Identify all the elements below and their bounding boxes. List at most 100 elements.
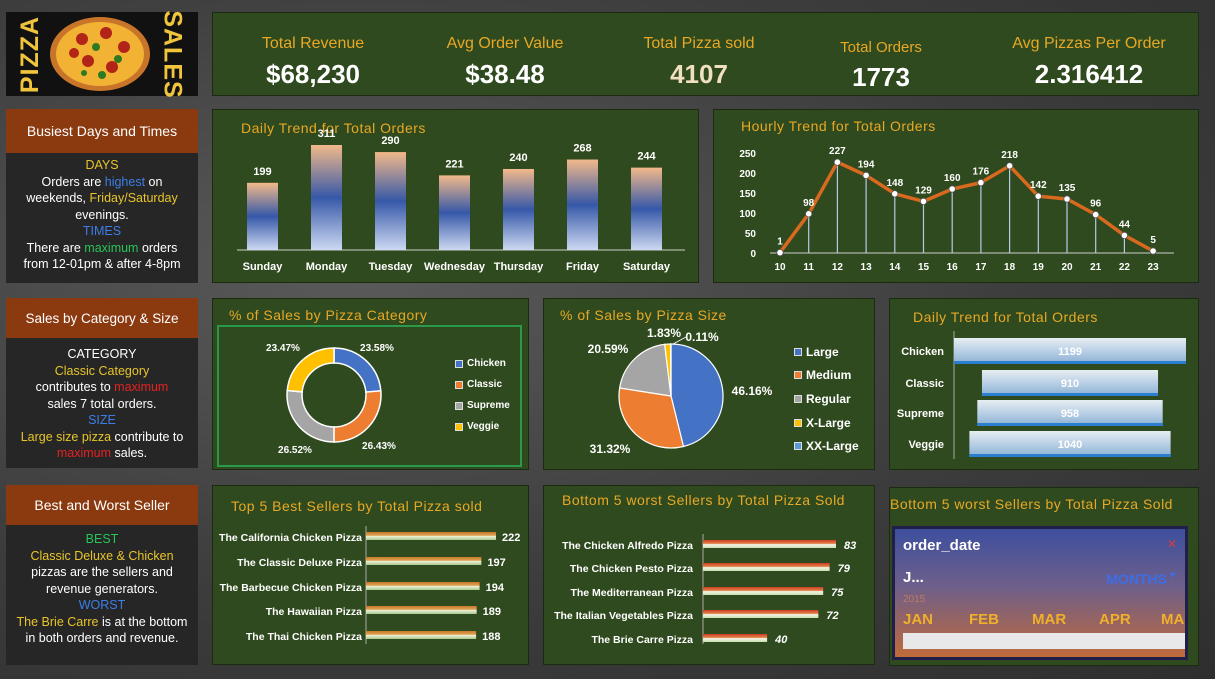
worst-heading: WORST [78,598,126,612]
legend-x-large: X-Large [794,416,851,430]
month-apr[interactable]: APR [1099,611,1131,628]
hourly-trend-panel: Hourly Trend for Total Orders 0 50 100 150 2… [713,109,1199,283]
data-label: 311 [318,128,336,140]
data-label: 83 [844,540,856,552]
legend-label: Medium [806,368,852,382]
kpi-label: Total Revenue [261,35,365,52]
legend-label: Classic [467,379,503,390]
legend-label: Chicken [467,358,506,369]
data-point [948,185,956,193]
y-tick-label: 250 [739,149,756,160]
highlight-text: maximum [56,446,112,460]
text-span: contribute to [111,429,184,444]
slice-veggie [286,347,335,393]
y-tick-label: Classic [905,378,944,390]
category-bar-chart: 1199 Chicken 910 Classic 958 Supreme 1040 Veggi… [897,331,1186,459]
data-label: 79 [838,563,851,575]
slicer-field-name: order_date [903,537,981,554]
y-tick-label: 200 [739,169,756,180]
data-label: 290 [381,135,399,147]
data-label: 194 [858,159,875,170]
data-point [776,249,784,257]
highlight-text: Friday/Saturday [89,191,178,205]
month-may[interactable]: MA [1161,611,1184,628]
best-heading: BEST [85,532,119,546]
kpi-avg-order-value: Avg Order Value $38.48 [415,13,595,90]
bar-wednesday [439,175,470,250]
text-span: on [145,174,163,189]
text-line: from 12-01pm & after 4-8pm [23,257,181,271]
y-tick-label: Supreme [897,408,944,420]
legend-label: Large [806,345,839,359]
timeline-track[interactable] [903,633,1185,649]
text-line: Large size pizza contribute to [6,429,198,446]
bar-underline [969,454,1171,457]
data-point [1120,231,1128,240]
data-point [1149,247,1157,255]
data-label: 23.47% [266,343,300,354]
highlight-text: Classic Category [54,363,150,378]
x-tick-label: 15 [918,262,930,273]
data-label: 1.83% [647,326,681,340]
data-point [1034,192,1042,200]
kpi-value: $38.48 [465,59,545,89]
legend-regular: Regular [794,392,851,406]
text-span: orders [138,240,178,255]
y-tick-label: Chicken [901,346,944,358]
kpi-avg-pizzas-per-order: Avg Pizzas Per Order 2.316412 [989,13,1189,90]
y-tick-label: The Brie Carre Pizza [591,634,693,646]
legend-label: X-Large [806,416,851,430]
kpi-label: Total Orders [840,39,922,56]
data-label: 26.52% [278,445,312,456]
kpi-total-revenue: Total Revenue $68,230 [223,13,403,90]
month-jan[interactable]: JAN [903,611,933,628]
legend-swatch [794,348,802,356]
legend-swatch [794,371,802,379]
data-label: 148 [886,178,903,189]
text-span: is at the bottom [98,614,188,629]
data-label: 244 [637,151,656,163]
x-tick-label: 11 [803,262,814,273]
data-label: 1 [777,237,783,248]
data-point [1063,195,1071,203]
x-tick-label: 21 [1090,262,1102,273]
data-label: 129 [915,185,932,196]
data-label: 31.32% [590,442,631,456]
card-body: CATEGORY Classic Category contributes to… [6,346,198,462]
data-point [805,210,813,218]
time-level-dropdown[interactable]: MONTHS [1106,571,1167,587]
highlight-text: maximum [84,240,139,255]
data-label: 72 [826,610,838,622]
month-mar[interactable]: MAR [1032,611,1066,628]
chevron-down-icon[interactable]: ▼ [1168,570,1177,580]
month-feb[interactable]: FEB [969,611,999,628]
top5-panel: Top 5 Best Sellers by Total Pizza sold 2… [212,485,529,665]
timeline-slicer-panel: Bottom 5 worst Sellers by Total Pizza So… [889,487,1199,666]
legend-label: Regular [806,392,851,406]
data-point [891,190,899,198]
bar [366,582,480,590]
data-label: 176 [973,167,990,178]
bottom5-bar-chart: 83 The Chicken Alfredo Pizza 79 The Chicken… [554,534,856,646]
data-label: 40 [774,634,788,646]
y-tick-label: The Barbecue Chicken Pizza [220,582,363,594]
data-label: 221 [445,158,463,170]
data-label: 44 [1119,219,1131,230]
x-tick-label: 10 [774,262,786,273]
bar [703,563,830,571]
x-tick-label: Sunday [243,261,284,273]
x-tick-label: 17 [975,262,987,273]
clear-filter-icon[interactable]: ✕ [1167,537,1177,551]
highlight-text: Classic Deluxe & Chicken [30,548,174,563]
y-tick-label: 100 [739,209,756,220]
data-point [977,179,985,187]
card-body: BEST Classic Deluxe & Chicken pizzas are… [6,531,198,647]
text-span: Orders are [41,174,105,189]
text-line: sales 7 total orders. [47,396,157,411]
category-heading: CATEGORY [67,347,137,361]
panel-title: Bottom 5 worst Sellers by Total Pizza So… [890,496,1173,512]
text-line: in both orders and revenue. [25,631,179,645]
timeline-slicer[interactable]: order_date ✕ J... MONTHS ▼ 2015 JAN FEB … [892,526,1188,660]
legend-xx-large: XX-Large [794,439,859,453]
data-label: 188 [482,631,500,643]
